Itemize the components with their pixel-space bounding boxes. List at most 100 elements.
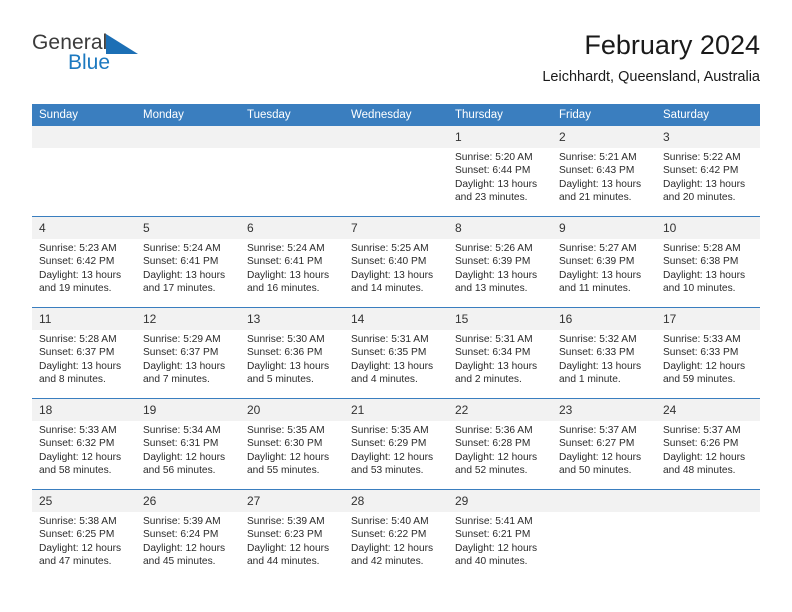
daylight-text-line1: Daylight: 12 hours (39, 451, 122, 463)
sunset-text: Sunset: 6:40 PM (351, 256, 427, 268)
day-number: 17 (656, 308, 760, 330)
daylight-text-line2: and 40 minutes. (455, 556, 528, 568)
calendar-week-row: 4 Sunrise: 5:23 AM Sunset: 6:42 PM Daylight… (32, 216, 760, 308)
calendar-cell-empty (32, 126, 136, 217)
daylight-text-line1: Daylight: 13 hours (39, 360, 122, 372)
calendar-day-cell[interactable]: 3 Sunrise: 5:22 AM Sunset: 6:42 PM Daylight… (656, 126, 760, 217)
daylight-text-line2: and 1 minute. (559, 374, 621, 386)
sunset-text: Sunset: 6:33 PM (663, 347, 739, 359)
sunset-text: Sunset: 6:23 PM (247, 529, 323, 541)
calendar-day-cell[interactable]: 18 Sunrise: 5:33 AM Sunset: 6:32 PM Dayligh… (32, 398, 136, 490)
day-number: 21 (344, 399, 448, 421)
daylight-text-line2: and 44 minutes. (247, 556, 320, 568)
sunrise-text: Sunrise: 5:35 AM (351, 425, 429, 436)
sunrise-text: Sunrise: 5:28 AM (663, 243, 741, 254)
day-details: Sunrise: 5:26 AM Sunset: 6:39 PM Daylight:… (448, 239, 552, 296)
calendar-day-cell[interactable]: 24 Sunrise: 5:37 AM Sunset: 6:26 PM Dayligh… (656, 398, 760, 490)
calendar-day-cell[interactable]: 2 Sunrise: 5:21 AM Sunset: 6:43 PM Daylight… (552, 126, 656, 217)
calendar-day-cell[interactable]: 9 Sunrise: 5:27 AM Sunset: 6:39 PM Daylight… (552, 216, 656, 308)
weekday-header-monday: Monday (136, 104, 240, 126)
daylight-text-line2: and 21 minutes. (559, 192, 632, 204)
day-number: 15 (448, 308, 552, 330)
sunrise-text: Sunrise: 5:39 AM (247, 516, 325, 527)
sunset-text: Sunset: 6:26 PM (663, 438, 739, 450)
calendar-body: 1 Sunrise: 5:20 AM Sunset: 6:44 PM Daylight… (32, 126, 760, 580)
calendar-day-cell[interactable]: 13 Sunrise: 5:30 AM Sunset: 6:36 PM Dayligh… (240, 307, 344, 399)
calendar-day-cell[interactable]: 10 Sunrise: 5:28 AM Sunset: 6:38 PM Dayligh… (656, 216, 760, 308)
calendar-day-cell[interactable]: 19 Sunrise: 5:34 AM Sunset: 6:31 PM Dayligh… (136, 398, 240, 490)
sunset-text: Sunset: 6:30 PM (247, 438, 323, 450)
sunset-text: Sunset: 6:32 PM (39, 438, 115, 450)
daylight-text-line1: Daylight: 13 hours (143, 360, 226, 372)
brand-logo[interactable]: General Blue (32, 32, 232, 88)
calendar-day-cell[interactable]: 23 Sunrise: 5:37 AM Sunset: 6:27 PM Dayligh… (552, 398, 656, 490)
calendar-day-cell[interactable]: 25 Sunrise: 5:38 AM Sunset: 6:25 PM Dayligh… (32, 489, 136, 580)
daylight-text-line2: and 47 minutes. (39, 556, 112, 568)
sunrise-text: Sunrise: 5:34 AM (143, 425, 221, 436)
calendar-day-cell[interactable]: 22 Sunrise: 5:36 AM Sunset: 6:28 PM Dayligh… (448, 398, 552, 490)
day-number: 18 (32, 399, 136, 421)
calendar-day-cell[interactable]: 16 Sunrise: 5:32 AM Sunset: 6:33 PM Dayligh… (552, 307, 656, 399)
page-subtitle: Leichhardt, Queensland, Australia (542, 69, 760, 85)
daylight-text-line1: Daylight: 12 hours (455, 451, 538, 463)
calendar-day-cell[interactable]: 29 Sunrise: 5:41 AM Sunset: 6:21 PM Dayligh… (448, 489, 552, 580)
sunset-text: Sunset: 6:25 PM (39, 529, 115, 541)
sunset-text: Sunset: 6:43 PM (559, 165, 635, 177)
daylight-text-line1: Daylight: 12 hours (143, 542, 226, 554)
daylight-text-line2: and 8 minutes. (39, 374, 106, 386)
calendar-day-cell[interactable]: 27 Sunrise: 5:39 AM Sunset: 6:23 PM Dayligh… (240, 489, 344, 580)
day-details: Sunrise: 5:34 AM Sunset: 6:31 PM Daylight:… (136, 421, 240, 478)
sunrise-text: Sunrise: 5:38 AM (39, 516, 117, 527)
sunset-text: Sunset: 6:34 PM (455, 347, 531, 359)
sunrise-text: Sunrise: 5:29 AM (143, 334, 221, 345)
weekday-header-sunday: Sunday (32, 104, 136, 126)
page-header: General Blue February 2024 Leichhardt, Q… (32, 28, 760, 96)
calendar-day-cell[interactable]: 21 Sunrise: 5:35 AM Sunset: 6:29 PM Dayligh… (344, 398, 448, 490)
sunrise-text: Sunrise: 5:35 AM (247, 425, 325, 436)
day-number: 22 (448, 399, 552, 421)
calendar-cell-empty (240, 126, 344, 217)
calendar-day-cell[interactable]: 4 Sunrise: 5:23 AM Sunset: 6:42 PM Daylight… (32, 216, 136, 308)
daylight-text-line1: Daylight: 13 hours (559, 178, 642, 190)
day-number: 6 (240, 217, 344, 239)
day-number (32, 126, 136, 148)
calendar-day-cell[interactable]: 28 Sunrise: 5:40 AM Sunset: 6:22 PM Dayligh… (344, 489, 448, 580)
calendar-day-cell[interactable]: 14 Sunrise: 5:31 AM Sunset: 6:35 PM Dayligh… (344, 307, 448, 399)
day-details: Sunrise: 5:39 AM Sunset: 6:23 PM Daylight:… (240, 512, 344, 569)
calendar-day-cell[interactable]: 15 Sunrise: 5:31 AM Sunset: 6:34 PM Dayligh… (448, 307, 552, 399)
daylight-text-line2: and 42 minutes. (351, 556, 424, 568)
day-number: 14 (344, 308, 448, 330)
calendar-day-cell[interactable]: 8 Sunrise: 5:26 AM Sunset: 6:39 PM Daylight… (448, 216, 552, 308)
calendar-day-cell[interactable]: 5 Sunrise: 5:24 AM Sunset: 6:41 PM Daylight… (136, 216, 240, 308)
weekday-header-row: Sunday Monday Tuesday Wednesday Thursday… (32, 104, 760, 126)
daylight-text-line1: Daylight: 13 hours (351, 269, 434, 281)
sunrise-text: Sunrise: 5:20 AM (455, 152, 533, 163)
calendar-day-cell[interactable]: 12 Sunrise: 5:29 AM Sunset: 6:37 PM Dayligh… (136, 307, 240, 399)
calendar-day-cell[interactable]: 6 Sunrise: 5:24 AM Sunset: 6:41 PM Daylight… (240, 216, 344, 308)
daylight-text-line2: and 19 minutes. (39, 283, 112, 295)
daylight-text-line2: and 5 minutes. (247, 374, 314, 386)
sunrise-text: Sunrise: 5:41 AM (455, 516, 533, 527)
calendar-day-cell[interactable]: 20 Sunrise: 5:35 AM Sunset: 6:30 PM Dayligh… (240, 398, 344, 490)
sunset-text: Sunset: 6:31 PM (143, 438, 219, 450)
calendar-day-cell[interactable]: 1 Sunrise: 5:20 AM Sunset: 6:44 PM Daylight… (448, 126, 552, 217)
day-number: 29 (448, 490, 552, 512)
day-number (344, 126, 448, 148)
calendar-day-cell[interactable]: 26 Sunrise: 5:39 AM Sunset: 6:24 PM Dayligh… (136, 489, 240, 580)
calendar-day-cell[interactable]: 7 Sunrise: 5:25 AM Sunset: 6:40 PM Daylight… (344, 216, 448, 308)
daylight-text-line2: and 2 minutes. (455, 374, 522, 386)
day-number (656, 490, 760, 512)
daylight-text-line1: Daylight: 13 hours (663, 178, 746, 190)
sunrise-text: Sunrise: 5:33 AM (39, 425, 117, 436)
daylight-text-line2: and 58 minutes. (39, 465, 112, 477)
day-details: Sunrise: 5:29 AM Sunset: 6:37 PM Daylight:… (136, 330, 240, 387)
day-details: Sunrise: 5:40 AM Sunset: 6:22 PM Daylight:… (344, 512, 448, 569)
sunrise-text: Sunrise: 5:26 AM (455, 243, 533, 254)
calendar-day-cell[interactable]: 11 Sunrise: 5:28 AM Sunset: 6:37 PM Dayligh… (32, 307, 136, 399)
sunset-text: Sunset: 6:29 PM (351, 438, 427, 450)
day-details: Sunrise: 5:20 AM Sunset: 6:44 PM Daylight:… (448, 148, 552, 205)
calendar-day-cell[interactable]: 17 Sunrise: 5:33 AM Sunset: 6:33 PM Dayligh… (656, 307, 760, 399)
page-title: February 2024 (584, 30, 760, 60)
daylight-text-line2: and 4 minutes. (351, 374, 418, 386)
calendar-table: Sunday Monday Tuesday Wednesday Thursday… (32, 104, 760, 580)
